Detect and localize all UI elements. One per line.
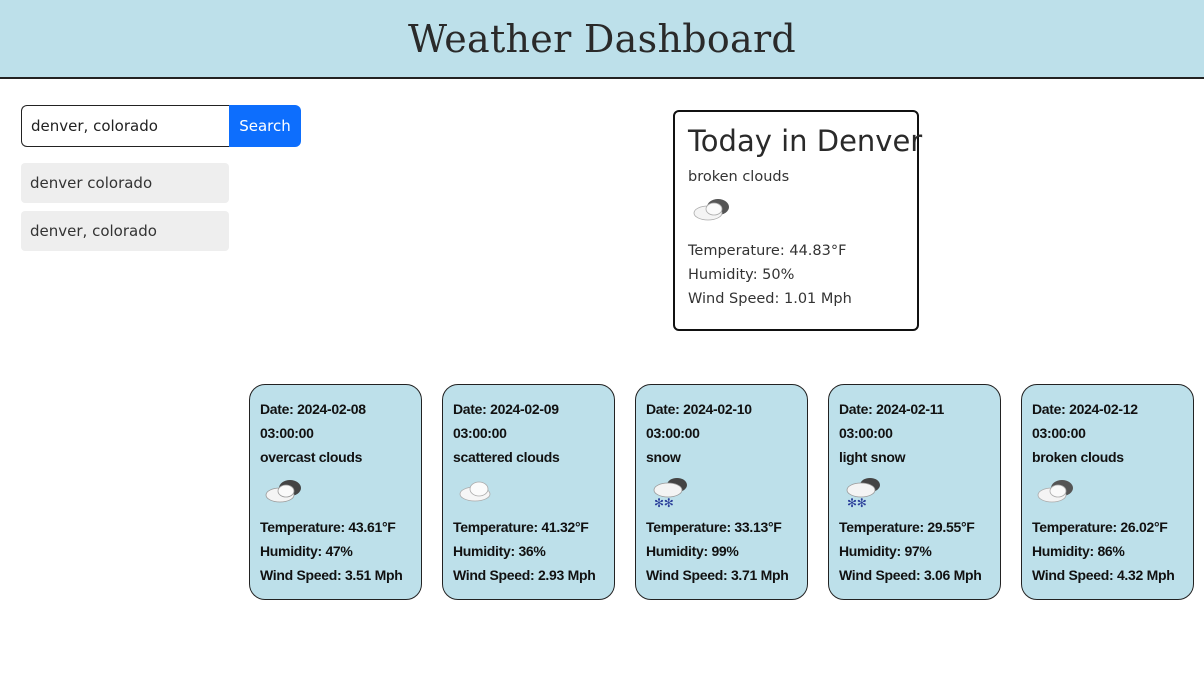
forecast-date: Date: 2024-02-09 — [453, 401, 559, 417]
today-temperature: Temperature: 44.83°F — [688, 243, 847, 259]
history-item[interactable]: denver, colorado — [21, 211, 229, 251]
forecast-date: Date: 2024-02-11 — [839, 401, 944, 417]
forecast-temperature: Temperature: 43.61°F — [260, 519, 396, 535]
page-title: Weather Dashboard — [407, 16, 797, 61]
forecast-temperature: Temperature: 41.32°F — [453, 519, 589, 535]
forecast-time: 03:00:00 — [646, 425, 700, 441]
forecast-wind-speed: Wind Speed: 2.93 Mph — [453, 567, 596, 583]
forecast-time: 03:00:00 — [260, 425, 314, 441]
forecast-wind-speed: Wind Speed: 3.71 Mph — [646, 567, 789, 583]
forecast-humidity: Humidity: 47% — [260, 543, 353, 559]
forecast-list: Date: 2024-02-08 03:00:00 overcast cloud… — [249, 384, 1194, 600]
today-weather-card: Today in Denver broken clouds Temperatur… — [673, 110, 923, 331]
forecast-description: scattered clouds — [453, 449, 560, 465]
forecast-wind-speed: Wind Speed: 4.32 Mph — [1032, 567, 1175, 583]
page-header: Weather Dashboard — [0, 0, 1204, 79]
search-history: denver colorado denver, colorado — [21, 163, 229, 259]
forecast-temperature: Temperature: 29.55°F — [839, 519, 975, 535]
forecast-card: Date: 2024-02-08 03:00:00 overcast cloud… — [249, 384, 422, 600]
forecast-card: Date: 2024-02-09 03:00:00 scattered clou… — [442, 384, 615, 600]
forecast-humidity: Humidity: 97% — [839, 543, 932, 559]
forecast-wind-speed: Wind Speed: 3.51 Mph — [260, 567, 403, 583]
forecast-description: snow — [646, 449, 681, 465]
svg-text:✻✻: ✻✻ — [847, 496, 867, 510]
forecast-description: overcast clouds — [260, 449, 363, 465]
forecast-description: broken clouds — [1032, 449, 1124, 465]
forecast-description: light snow — [839, 449, 906, 465]
overcast-clouds-icon — [265, 480, 301, 503]
forecast-date: Date: 2024-02-10 — [646, 401, 752, 417]
today-title: Today in Denver — [688, 124, 923, 158]
today-humidity: Humidity: 50% — [688, 267, 795, 283]
history-item[interactable]: denver colorado — [21, 163, 229, 203]
forecast-card: Date: 2024-02-12 03:00:00 broken clouds … — [1021, 384, 1194, 600]
forecast-time: 03:00:00 — [839, 425, 893, 441]
svg-text:✻✻: ✻✻ — [654, 496, 674, 510]
forecast-card: Date: 2024-02-10 03:00:00 snow ✻✻ Temper… — [635, 384, 808, 600]
forecast-humidity: Humidity: 36% — [453, 543, 546, 559]
search-button[interactable]: Search — [229, 105, 301, 147]
forecast-time: 03:00:00 — [1032, 425, 1086, 441]
forecast-temperature: Temperature: 33.13°F — [646, 519, 782, 535]
today-description: broken clouds — [688, 169, 790, 185]
forecast-date: Date: 2024-02-12 — [1032, 401, 1138, 417]
search-input[interactable] — [21, 105, 229, 147]
scattered-clouds-icon — [459, 481, 491, 502]
forecast-humidity: Humidity: 86% — [1032, 543, 1125, 559]
forecast-temperature: Temperature: 26.02°F — [1032, 519, 1168, 535]
broken-clouds-icon — [1037, 480, 1073, 503]
forecast-humidity: Humidity: 99% — [646, 543, 739, 559]
forecast-card: Date: 2024-02-11 03:00:00 light snow ✻✻ … — [828, 384, 1001, 600]
search-form: Search — [21, 105, 301, 147]
forecast-date: Date: 2024-02-08 — [260, 401, 366, 417]
forecast-wind-speed: Wind Speed: 3.06 Mph — [839, 567, 982, 583]
snow-icon: ✻✻ — [653, 478, 687, 510]
broken-clouds-icon — [693, 199, 729, 221]
forecast-time: 03:00:00 — [453, 425, 507, 441]
light-snow-icon: ✻✻ — [846, 478, 880, 510]
today-wind-speed: Wind Speed: 1.01 Mph — [688, 291, 852, 307]
